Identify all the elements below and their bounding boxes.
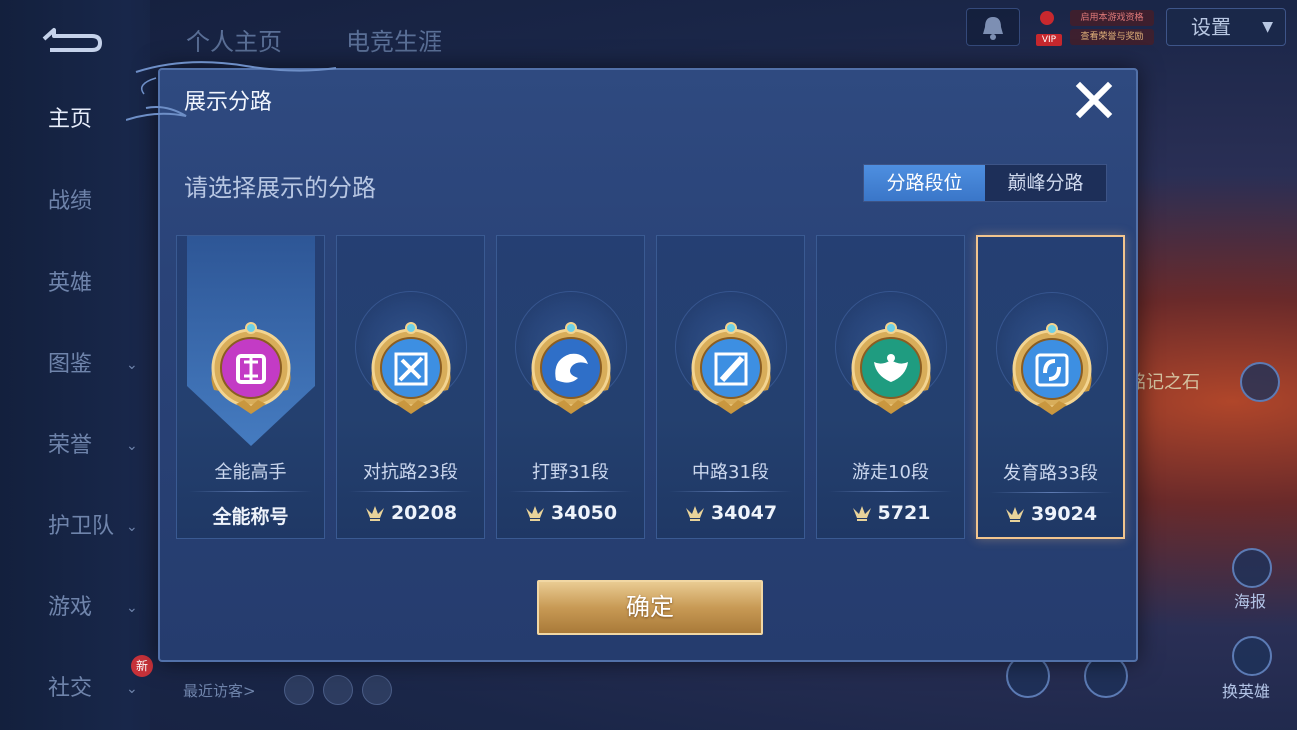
promo-line-1[interactable]: 启用本游戏资格 bbox=[1070, 10, 1154, 26]
tab-peak-lane[interactable]: 巅峰分路 bbox=[985, 165, 1106, 201]
lane-name: 发育路33段 bbox=[1003, 463, 1098, 484]
lane-score: 全能称号 bbox=[177, 502, 324, 529]
lane-name: 中路31段 bbox=[692, 462, 769, 483]
lane-name: 全能高手 bbox=[214, 462, 287, 483]
sidebar-item[interactable]: 荣誉 ⌄ bbox=[0, 426, 150, 466]
lane-name: 打野31段 bbox=[532, 462, 609, 483]
poster-icon[interactable] bbox=[1232, 548, 1272, 588]
staff-icon bbox=[691, 322, 771, 414]
recent-visitors-link[interactable]: 最近访客> bbox=[183, 680, 256, 701]
lane-name: 游走10段 bbox=[852, 462, 929, 483]
sidebar-item[interactable]: 战绩 bbox=[0, 182, 150, 222]
sidebar-item-label: 图鉴 bbox=[48, 352, 93, 377]
lane-type-toggle: 分路段位 巅峰分路 bbox=[863, 164, 1107, 202]
sidebar-item-label: 护卫队 bbox=[48, 514, 115, 539]
tab-esports[interactable]: 电竞生涯 bbox=[346, 22, 442, 57]
card-divider bbox=[509, 491, 632, 492]
chevron-down-icon: ⌄ bbox=[126, 519, 138, 535]
notification-button[interactable] bbox=[966, 8, 1020, 46]
sidebar-item-label: 荣誉 bbox=[48, 433, 93, 458]
settings-label: 设置 bbox=[1191, 15, 1231, 39]
lane-score-value: 34047 bbox=[710, 502, 778, 524]
change-hero-icon[interactable] bbox=[1232, 636, 1272, 676]
close-icon[interactable] bbox=[1072, 78, 1116, 122]
sidebar-item[interactable]: 游戏 ⌄ bbox=[0, 588, 150, 628]
card-divider bbox=[669, 491, 792, 492]
power-medal-icon bbox=[852, 506, 871, 521]
lane-score-value: 39024 bbox=[1030, 503, 1098, 525]
vip-tag: VIP bbox=[1036, 34, 1062, 46]
new-badge: 新 bbox=[131, 655, 153, 677]
sidebar-item[interactable]: 英雄 bbox=[0, 264, 150, 304]
select-prompt: 请选择展示的分路 bbox=[184, 174, 376, 202]
card-divider bbox=[349, 491, 472, 492]
sidebar-item[interactable]: 社交 ⌄ bbox=[0, 669, 150, 709]
promo-line-2[interactable]: 查看荣誉与奖励 bbox=[1070, 29, 1154, 45]
avatar[interactable] bbox=[362, 675, 392, 705]
sword-icon bbox=[371, 322, 451, 414]
chevron-down-icon: ⌄ bbox=[126, 357, 138, 373]
lane-name: 对抗路23段 bbox=[363, 462, 458, 483]
card-divider bbox=[189, 491, 312, 492]
allround-icon bbox=[211, 322, 291, 414]
lane-score-value: 5721 bbox=[877, 502, 931, 524]
power-medal-icon bbox=[525, 506, 544, 521]
lane-card[interactable]: 发育路33段 39024 bbox=[976, 235, 1125, 539]
sidebar-item-label: 主页 bbox=[48, 107, 93, 132]
change-hero-label[interactable]: 换英雄 bbox=[1222, 678, 1270, 702]
bow-icon bbox=[1012, 323, 1092, 415]
sidebar-item-label: 游戏 bbox=[48, 595, 93, 620]
tab-profile[interactable]: 个人主页 bbox=[186, 22, 282, 57]
lane-score: 39024 bbox=[978, 503, 1123, 525]
sidebar-item-label: 英雄 bbox=[48, 271, 93, 296]
stone-gear-icon[interactable] bbox=[1240, 362, 1280, 402]
memorial-stone-label[interactable]: 铭记之石 bbox=[1128, 368, 1200, 394]
chevron-down-icon: ⌄ bbox=[126, 600, 138, 616]
lane-score-value: 20208 bbox=[390, 502, 458, 524]
power-medal-icon bbox=[365, 506, 384, 521]
lane-card[interactable]: 全能高手 全能称号 bbox=[176, 235, 325, 539]
lane-card[interactable]: 打野31段 34050 bbox=[496, 235, 645, 539]
sidebar-item[interactable]: 护卫队 ⌄ bbox=[0, 507, 150, 547]
lane-score: 5721 bbox=[817, 502, 964, 524]
lane-score: 34047 bbox=[657, 502, 804, 524]
tab-lane-rank[interactable]: 分路段位 bbox=[864, 165, 985, 201]
lane-card[interactable]: 中路31段 34047 bbox=[656, 235, 805, 539]
lane-score: 34050 bbox=[497, 502, 644, 524]
avatar[interactable] bbox=[284, 675, 314, 705]
vip-crown-icon bbox=[1040, 11, 1054, 25]
lane-score-value: 全能称号 bbox=[212, 506, 289, 528]
settings-button[interactable]: 设置 ▼ bbox=[1166, 8, 1286, 46]
power-medal-icon bbox=[685, 506, 704, 521]
sidebar-item[interactable]: 图鉴 ⌄ bbox=[0, 345, 150, 385]
power-medal-icon bbox=[1005, 507, 1024, 522]
avatar[interactable] bbox=[323, 675, 353, 705]
lane-display-modal: 展示分路 请选择展示的分路 分路段位 巅峰分路 全能高手 全能称号 对抗路23段 20… bbox=[126, 61, 1138, 662]
lane-score-value: 34050 bbox=[550, 502, 618, 524]
back-arrow-icon[interactable] bbox=[40, 22, 106, 56]
sidebar-item-label: 战绩 bbox=[48, 189, 93, 214]
lane-card[interactable]: 对抗路23段 20208 bbox=[336, 235, 485, 539]
wings-icon bbox=[851, 322, 931, 414]
modal-title: 展示分路 bbox=[184, 90, 273, 115]
dragon-icon bbox=[531, 322, 611, 414]
confirm-button[interactable]: 确定 bbox=[537, 580, 763, 635]
chevron-down-icon: ▼ bbox=[1262, 19, 1273, 35]
chevron-down-icon: ⌄ bbox=[126, 438, 138, 454]
sidebar-item-label: 社交 bbox=[48, 676, 93, 701]
card-divider bbox=[990, 492, 1113, 493]
poster-label[interactable]: 海报 bbox=[1234, 588, 1266, 612]
card-divider bbox=[829, 491, 952, 492]
bell-icon bbox=[983, 17, 1003, 40]
lane-card[interactable]: 游走10段 5721 bbox=[816, 235, 965, 539]
lane-score: 20208 bbox=[337, 502, 484, 524]
